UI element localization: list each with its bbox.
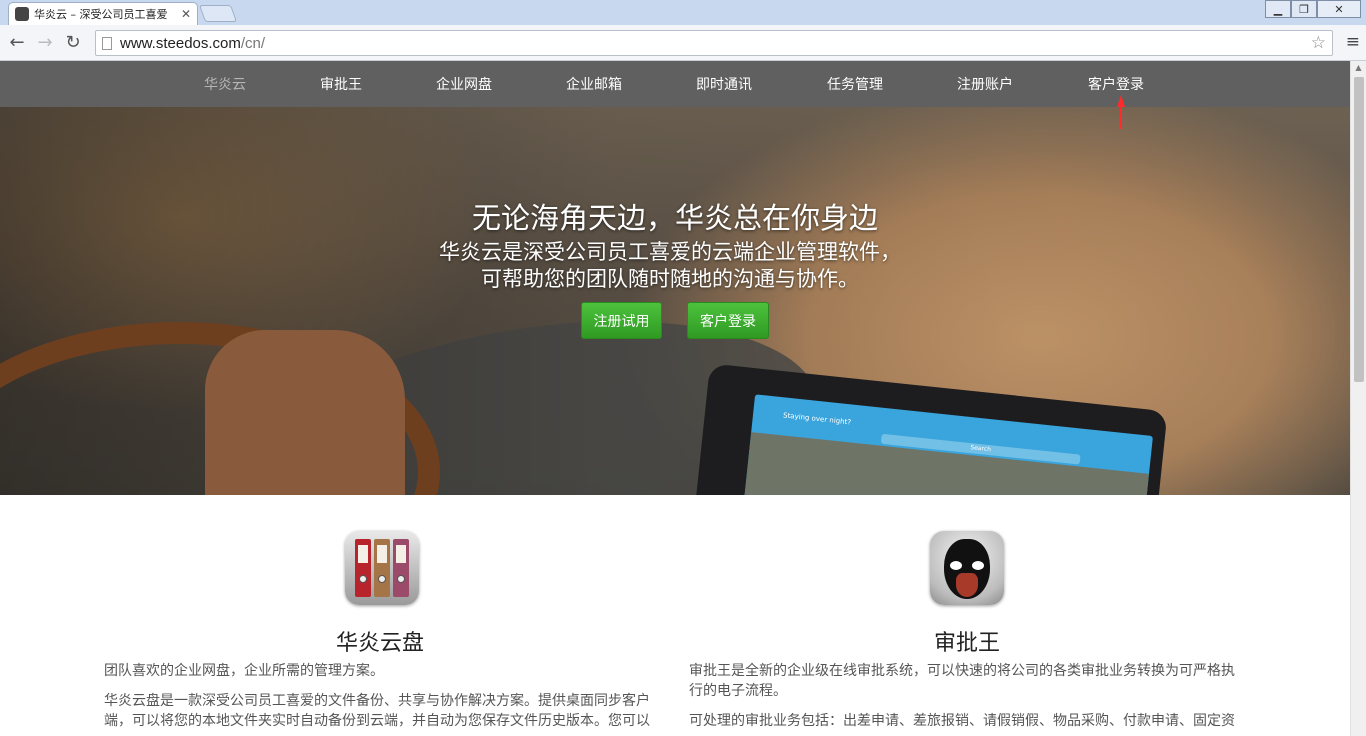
browser-titlebar: 华炎云 – 深受公司员工喜爱 ✕ ▁ ❐ ✕ bbox=[0, 0, 1366, 25]
web-page: 华炎云 审批王 企业网盘 企业邮箱 即时通讯 任务管理 注册账户 客户登录 St… bbox=[0, 61, 1350, 736]
nav-item-drive[interactable]: 企业网盘 bbox=[436, 74, 492, 94]
product-body-drive: 华炎云盘是一款深受公司员工喜爱的文件备份、共享与协作解决方案。提供桌面同步客户端… bbox=[104, 693, 650, 729]
binder-brown bbox=[374, 539, 390, 597]
tab-close-icon[interactable]: ✕ bbox=[181, 7, 191, 21]
nav-item-tasks[interactable]: 任务管理 bbox=[827, 74, 883, 94]
hand-shape bbox=[205, 330, 405, 495]
site-navbar: 华炎云 审批王 企业网盘 企业邮箱 即时通讯 任务管理 注册账户 客户登录 bbox=[0, 61, 1350, 107]
binder-tag bbox=[396, 545, 406, 563]
browser-menu-icon[interactable]: ≡ bbox=[1346, 32, 1360, 52]
nav-item-approval[interactable]: 审批王 bbox=[320, 74, 362, 94]
hero-title: 无论海角天边，华炎总在你身边 bbox=[471, 201, 878, 235]
new-tab-button[interactable] bbox=[198, 5, 238, 22]
binder-ring bbox=[359, 575, 367, 583]
page-icon bbox=[102, 36, 112, 50]
opera-mask-app-icon[interactable] bbox=[930, 531, 1004, 605]
nav-item-login[interactable]: 客户登录 bbox=[1088, 74, 1144, 94]
restore-button[interactable]: ❐ bbox=[1291, 0, 1317, 18]
binder-ring bbox=[397, 575, 405, 583]
nav-item-mail[interactable]: 企业邮箱 bbox=[566, 74, 622, 94]
url-path: /cn/ bbox=[240, 34, 266, 52]
reload-button[interactable]: ↻ bbox=[59, 29, 87, 57]
browser-toolbar: ← → ↻ www.steedos.com/cn/ ☆ ≡ bbox=[0, 25, 1366, 61]
tablet-label: Staying over night? bbox=[782, 411, 852, 427]
binder-purple bbox=[393, 539, 409, 597]
hero-subtitle-line2: 可帮助您的团队随时随地的沟通与协作。 bbox=[481, 267, 859, 291]
hero-subtitle: 华炎云是深受公司员工喜爱的云端企业管理软件， 可帮助您的团队随时随地的沟通与协作… bbox=[0, 239, 1340, 293]
binder-tag bbox=[358, 545, 368, 563]
mask-face bbox=[944, 539, 990, 599]
nav-item-chat[interactable]: 即时通讯 bbox=[696, 74, 752, 94]
product-title-drive: 华炎云盘 bbox=[336, 631, 425, 656]
hero-subtitle-line1: 华炎云是深受公司员工喜爱的云端企业管理软件， bbox=[439, 240, 901, 264]
address-bar[interactable]: www.steedos.com/cn/ ☆ bbox=[95, 30, 1333, 56]
product-title-approval: 审批王 bbox=[934, 631, 1001, 656]
hero-banner: Staying over night? Search 无论海角天边，华炎总在你身… bbox=[0, 107, 1350, 495]
url-host: www.steedos.com bbox=[120, 34, 241, 52]
product-body-approval: 可处理的审批业务包括：出差申请、差旅报销、请假销假、物品采购、付款申请、固定资 bbox=[689, 713, 1235, 729]
tab-title: 华炎云 – 深受公司员工喜爱 bbox=[34, 8, 168, 21]
tablet-screen: Staying over night? Search bbox=[740, 394, 1153, 495]
binder-ring bbox=[378, 575, 386, 583]
annotation-arrow-icon bbox=[1117, 95, 1125, 129]
binder-red bbox=[355, 539, 371, 597]
close-window-button[interactable]: ✕ bbox=[1317, 0, 1361, 18]
mask-eye-left bbox=[950, 561, 962, 570]
product-lead-approval: 审批王是全新的企业级在线审批系统，可以快速的将公司的各类审批业务转换为可严格执行… bbox=[689, 663, 1235, 699]
back-button[interactable]: ← bbox=[3, 29, 31, 57]
binders-app-icon[interactable] bbox=[345, 531, 419, 605]
browser-tab-active[interactable]: 华炎云 – 深受公司员工喜爱 ✕ bbox=[8, 2, 198, 25]
scroll-up-icon[interactable]: ▲ bbox=[1351, 61, 1366, 75]
nav-item-home[interactable]: 华炎云 bbox=[204, 74, 246, 94]
mask-beard bbox=[956, 573, 978, 597]
minimize-button[interactable]: ▁ bbox=[1265, 0, 1291, 18]
product-lead-drive: 团队喜欢的企业网盘，企业所需的管理方案。 bbox=[104, 663, 384, 679]
customer-login-button[interactable]: 客户登录 bbox=[687, 302, 769, 339]
binder-tag bbox=[377, 545, 387, 563]
nav-item-register[interactable]: 注册账户 bbox=[957, 74, 1013, 94]
site-favicon-icon bbox=[15, 7, 29, 21]
mask-eye-right bbox=[972, 561, 984, 570]
window-controls: ▁ ❐ ✕ bbox=[1265, 0, 1361, 18]
register-trial-button[interactable]: 注册试用 bbox=[581, 302, 662, 339]
scroll-thumb[interactable] bbox=[1354, 77, 1364, 382]
page-scrollbar[interactable]: ▲ bbox=[1350, 61, 1366, 736]
forward-button[interactable]: → bbox=[31, 29, 59, 57]
bookmark-star-icon[interactable]: ☆ bbox=[1311, 33, 1326, 53]
